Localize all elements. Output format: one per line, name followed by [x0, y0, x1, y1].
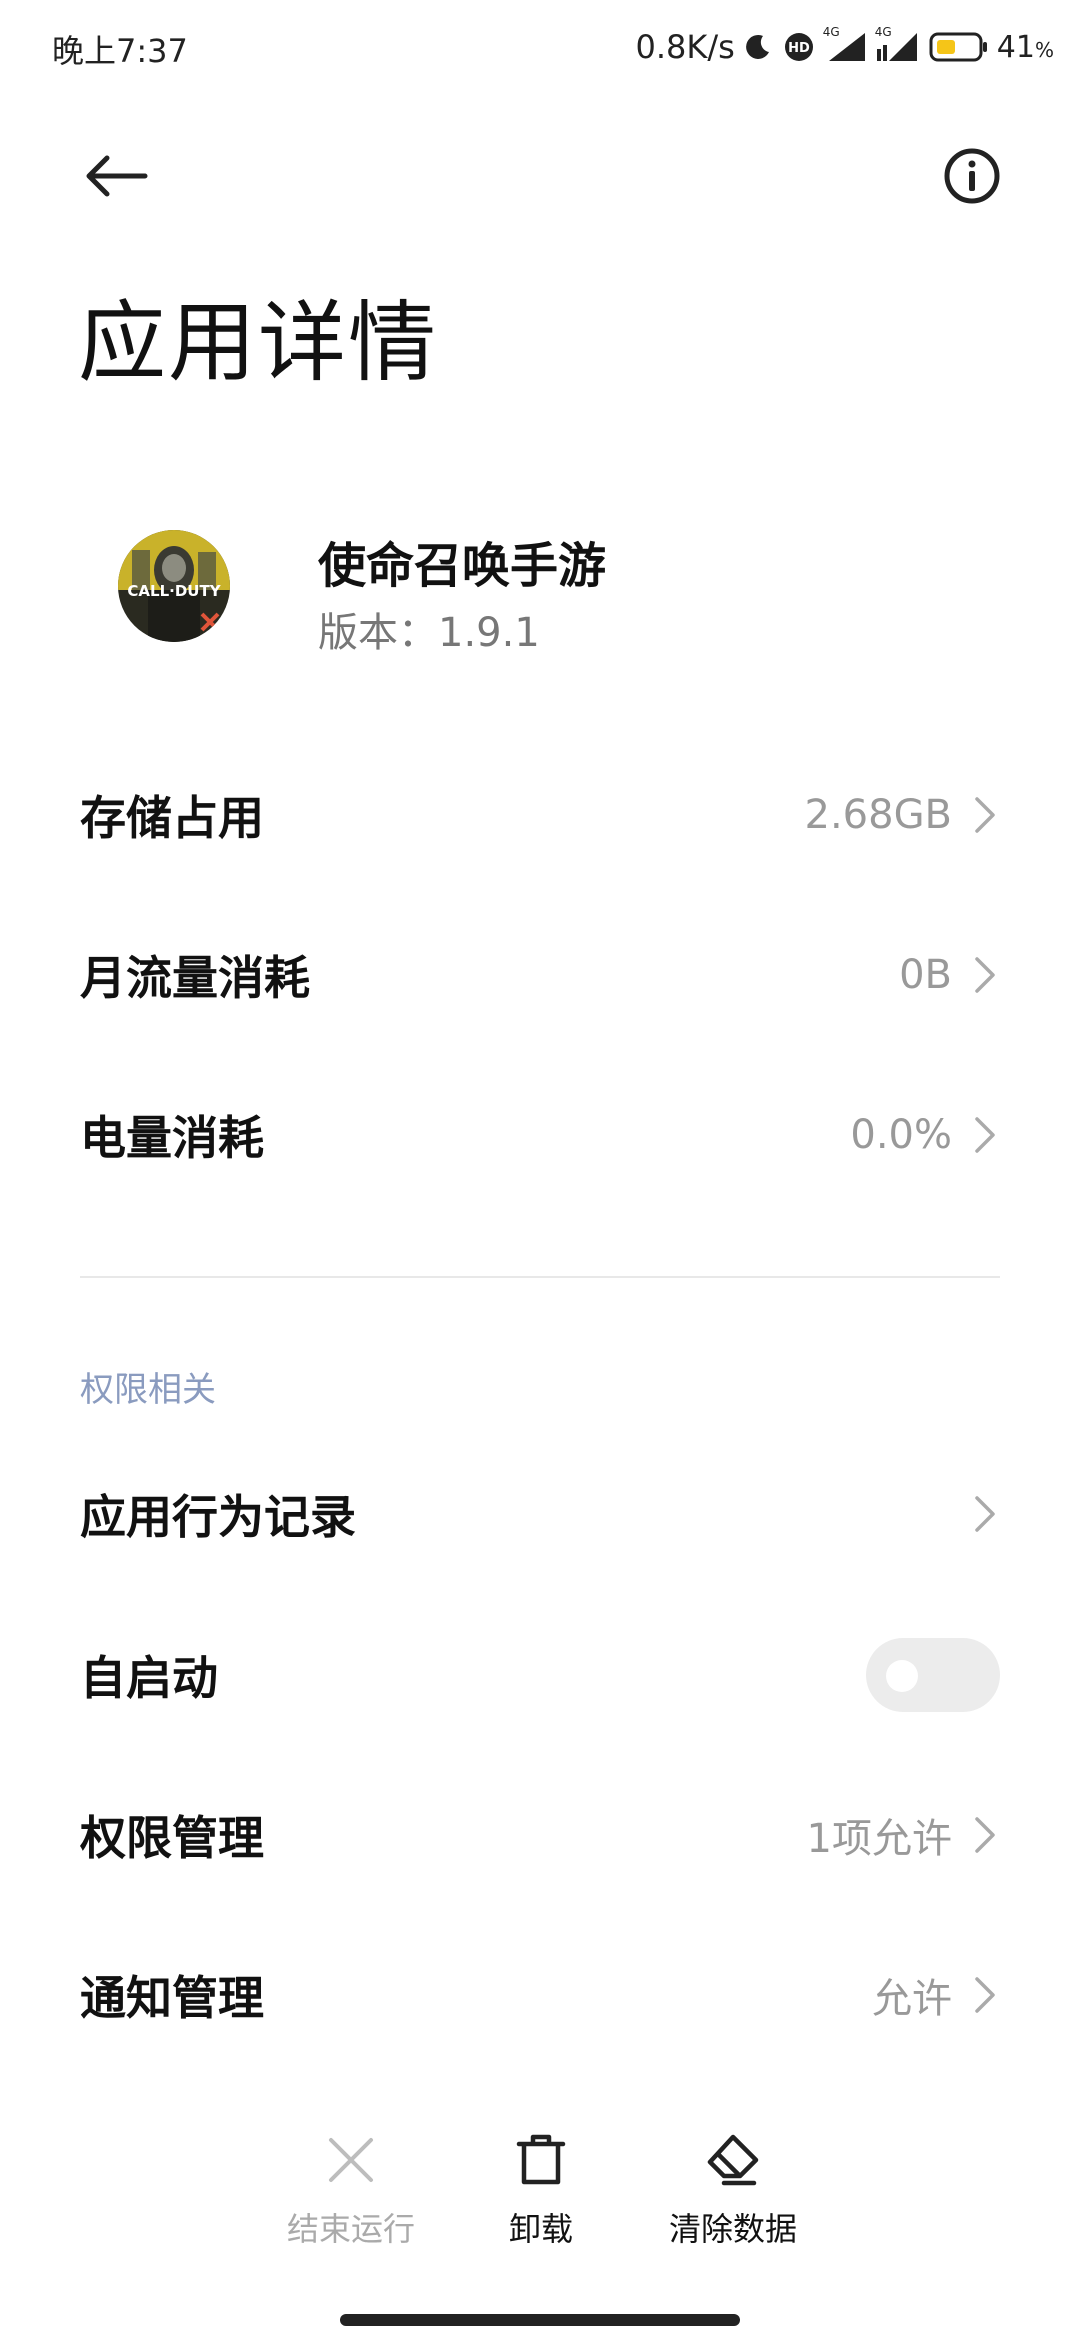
trash-icon	[509, 2128, 573, 2192]
storage-row[interactable]: 存储占用 2.68GB	[80, 745, 1000, 885]
battery-percent: 41%	[997, 30, 1054, 65]
app-behavior-label: 应用行为记录	[80, 1490, 356, 1544]
clear-data-label: 清除数据	[668, 2210, 797, 2248]
moon-icon	[743, 32, 773, 62]
battery-icon	[929, 31, 989, 63]
toggle-knob	[886, 1660, 918, 1692]
divider	[80, 1276, 1000, 1278]
permission-manage-label: 权限管理	[80, 1811, 264, 1865]
uninstall-button[interactable]: 卸载	[446, 2128, 636, 2250]
traffic-row[interactable]: 月流量消耗 0B	[80, 905, 1000, 1045]
status-time: 晚上7:37	[52, 32, 188, 70]
autostart-row: 自启动	[80, 1605, 1000, 1745]
network-speed: 0.8K/s	[635, 28, 735, 66]
signal-label-2: 4G	[874, 25, 892, 39]
app-icon: CALL·DUTY	[118, 530, 230, 642]
info-circle-icon	[944, 148, 1000, 204]
status-icons: 0.8K/s HD 4G 4G 41%	[635, 24, 1054, 70]
battery-usage-row[interactable]: 电量消耗 0.0%	[80, 1065, 1000, 1205]
hd-icon: HD	[781, 32, 817, 62]
storage-label: 存储占用	[80, 791, 264, 845]
battery-usage-label: 电量消耗	[80, 1111, 264, 1165]
stop-running-button[interactable]: 结束运行	[256, 2128, 446, 2250]
permission-manage-row[interactable]: 权限管理 1项允许	[80, 1765, 1000, 1905]
autostart-label: 自启动	[80, 1651, 218, 1705]
chevron-right-icon	[970, 955, 1000, 995]
chevron-right-icon	[970, 1115, 1000, 1155]
stop-running-label: 结束运行	[286, 2210, 415, 2248]
notification-manage-label: 通知管理	[80, 1971, 264, 2025]
page-title: 应用详情	[78, 291, 439, 394]
chevron-right-icon	[970, 1494, 1000, 1534]
storage-value: 2.68GB	[804, 792, 953, 838]
signal-label-1: 4G	[822, 25, 840, 39]
home-indicator[interactable]	[340, 2314, 740, 2326]
battery-unit: %	[1034, 37, 1054, 62]
notification-manage-row[interactable]: 通知管理 允许	[80, 1925, 1000, 2065]
uninstall-label: 卸载	[508, 2210, 573, 2248]
notification-manage-value: 允许	[872, 1976, 952, 2022]
close-x-icon	[319, 2128, 383, 2192]
chevron-right-icon	[970, 1815, 1000, 1855]
clear-data-button[interactable]: 清除数据	[638, 2128, 828, 2250]
app-version: 版本：1.9.1	[318, 610, 540, 656]
chevron-right-icon	[970, 795, 1000, 835]
signal-icon-2: 4G	[875, 25, 921, 63]
app-icon-logo-text: CALL·DUTY	[127, 582, 221, 600]
app-behavior-row[interactable]: 应用行为记录	[80, 1444, 1000, 1584]
battery-usage-value: 0.0%	[850, 1112, 952, 1158]
permissions-section-header: 权限相关	[80, 1370, 216, 1410]
back-button[interactable]	[78, 148, 154, 204]
app-name: 使命召唤手游	[318, 538, 607, 594]
traffic-value: 0B	[899, 952, 952, 998]
autostart-toggle[interactable]	[866, 1638, 1000, 1712]
svg-text:HD: HD	[788, 41, 810, 56]
info-button[interactable]	[942, 146, 1002, 206]
battery-value: 41	[996, 29, 1035, 65]
arrow-left-icon	[86, 155, 148, 197]
permission-manage-value: 1项允许	[806, 1816, 952, 1862]
signal-icon-1: 4G	[823, 25, 869, 63]
eraser-icon	[701, 2128, 765, 2192]
traffic-label: 月流量消耗	[80, 951, 310, 1005]
chevron-right-icon	[970, 1975, 1000, 2015]
